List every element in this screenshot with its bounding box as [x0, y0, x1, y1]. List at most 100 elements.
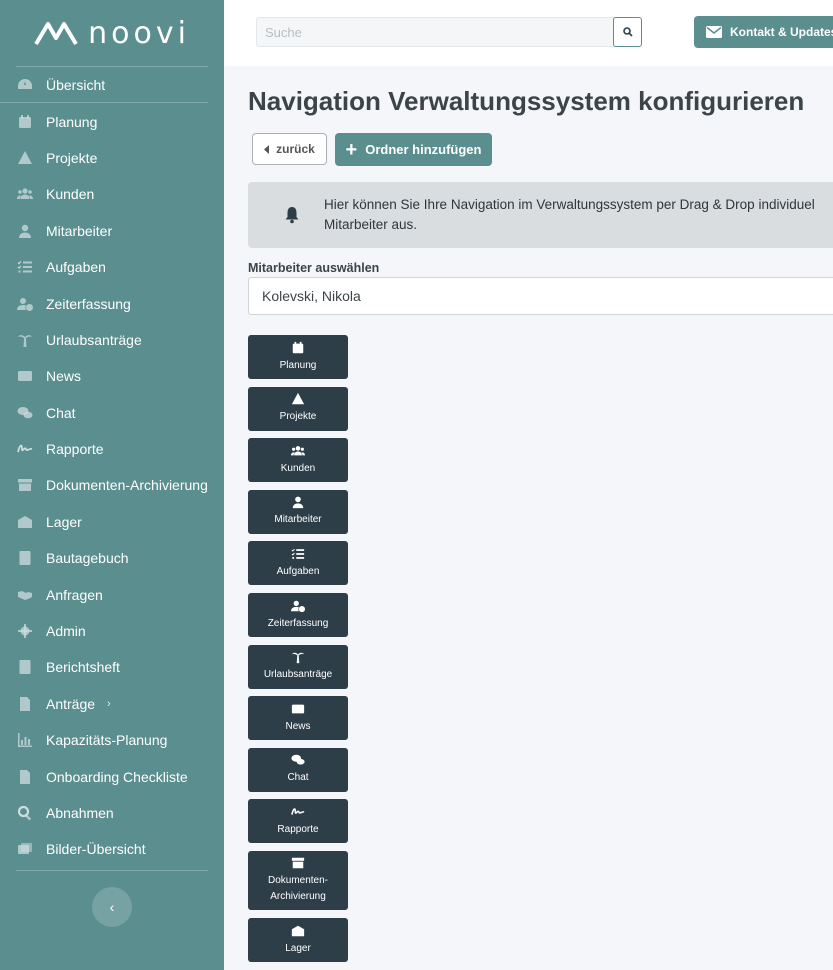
sidebar-item-label: Abnahmen [46, 805, 114, 821]
warning-tools-icon [16, 150, 34, 166]
chevron-left-icon: ‹ [109, 899, 115, 915]
plus-icon: + [345, 138, 358, 161]
sidebar-item[interactable]: Projekte [0, 140, 224, 176]
warning-tools-icon [291, 392, 305, 405]
brand-logo[interactable]: noovi [0, 0, 224, 66]
sidebar-item-label: Planung [46, 113, 98, 130]
calendar-icon [16, 114, 34, 130]
sidebar-item[interactable]: Onboarding Checkliste [0, 758, 224, 794]
sidebar-item[interactable]: Übersicht [0, 67, 208, 104]
sidebar-item[interactable]: Dokumenten-Archivierung [0, 467, 224, 503]
sidebar-item-label: Projekte [46, 149, 98, 166]
sidebar-item-label: Admin [46, 623, 86, 640]
sidebar-item[interactable]: Anträge › [0, 686, 224, 722]
gear-icon [18, 624, 32, 639]
sidebar-item-label: Kapazitäts-Planung [46, 732, 168, 749]
nav-tile[interactable]: Dokumenten-Archivierung [248, 851, 348, 910]
sidebar-item[interactable]: Mitarbeiter [0, 213, 224, 249]
dashboard-icon [18, 78, 32, 89]
nav-tile[interactable]: Mitarbeiter [248, 489, 348, 534]
chat-icon [17, 406, 33, 419]
palm-tree-icon [16, 332, 34, 348]
user-clock-icon [291, 600, 305, 612]
user-icon [16, 223, 34, 239]
sidebar-item[interactable]: Bautagebuch [0, 540, 224, 576]
sidebar-item-label: Aufgaben [46, 259, 106, 276]
nav-tile[interactable]: Projekte [248, 386, 348, 431]
sidebar-item[interactable]: Chat [0, 395, 224, 431]
sidebar-nav: Übersicht Planung Projekte Kunden Mitarbeite… [0, 67, 224, 868]
sidebar-item[interactable]: Anfragen [0, 576, 224, 612]
info-alert: Hier können Sie Ihre Navigation im Verwa… [248, 182, 833, 248]
nav-tile[interactable]: Aufgaben [248, 541, 348, 586]
nav-tile-label: Mitarbeiter [274, 514, 322, 526]
chat-icon [291, 755, 305, 765]
back-button[interactable]: zurück [252, 133, 327, 165]
info-text-line2: Mitarbeiter aus. [324, 217, 418, 232]
sidebar-item[interactable]: Lager [0, 504, 224, 540]
book-icon [19, 551, 31, 566]
collapse-sidebar-button[interactable]: ‹ [92, 887, 132, 927]
chat-icon [291, 753, 305, 767]
users-icon [17, 188, 33, 200]
search-input[interactable] [257, 18, 612, 46]
calendar-icon [292, 341, 304, 353]
warehouse-icon [291, 925, 305, 936]
sidebar-item-label: Anträge [46, 695, 96, 712]
brand-name: noovi [88, 15, 190, 51]
contact-updates-button[interactable]: Kontakt & Updates [694, 16, 833, 48]
envelope-icon [706, 26, 722, 38]
sidebar-item[interactable]: Urlaubsanträge [0, 322, 224, 358]
sidebar-item[interactable]: Planung [0, 103, 224, 139]
search-button[interactable] [613, 17, 642, 47]
nav-tile[interactable]: Lager [248, 918, 348, 962]
signature-icon [17, 444, 33, 453]
user-clock-icon [291, 599, 305, 613]
nav-tile[interactable]: Chat [248, 747, 348, 792]
search-icon [622, 27, 633, 37]
sidebar-item-label: Dokumenten-Archivierung [46, 477, 208, 494]
notebook-icon [19, 660, 31, 675]
sidebar-item[interactable]: Kunden [0, 176, 224, 212]
nav-tile-label: Kunden [280, 462, 316, 474]
chart-icon [16, 732, 34, 748]
nav-tile[interactable]: Rapporte [248, 799, 348, 844]
sidebar-item[interactable]: Bilder-Übersicht [0, 831, 224, 867]
nav-tile[interactable]: News [248, 696, 348, 741]
user-clock-icon [16, 296, 34, 312]
nav-tile[interactable]: Urlaubsanträge [248, 644, 348, 689]
nav-tile[interactable]: Kunden [248, 438, 348, 483]
sidebar-item[interactable]: Admin [0, 613, 224, 649]
sidebar-item-label: Onboarding Checkliste [46, 768, 188, 785]
newspaper-icon [291, 704, 305, 714]
file-check-icon [16, 696, 34, 712]
archive-icon [16, 477, 34, 493]
archive-icon [291, 857, 305, 869]
sidebar-item-label: Bautagebuch [46, 550, 129, 567]
sidebar-item[interactable]: Abnahmen [0, 795, 224, 831]
info-text-line1: Hier können Sie Ihre Navigation im Verwa… [324, 197, 815, 212]
sidebar: noovi Übersicht Planung Projekte Kunden Mita… [0, 0, 224, 970]
newspaper-icon [16, 368, 34, 384]
sidebar-item[interactable]: Rapporte [0, 431, 224, 467]
notebook-icon [16, 659, 34, 675]
palm-tree-icon [291, 652, 305, 664]
sidebar-item[interactable]: News [0, 358, 224, 394]
calendar-icon [291, 341, 305, 355]
users-icon [291, 444, 305, 458]
search-box [256, 17, 642, 47]
signature-icon [291, 805, 305, 819]
tasks-icon [291, 548, 305, 559]
gear-icon [16, 623, 34, 639]
images-icon [16, 841, 34, 857]
user-icon [292, 496, 304, 509]
nav-tile[interactable]: Planung [248, 335, 348, 379]
sidebar-item[interactable]: Kapazitäts-Planung [0, 722, 224, 758]
employee-select[interactable]: Kolevski, Nikola [248, 277, 833, 315]
nav-tile[interactable]: Zeiterfassung [248, 593, 348, 637]
back-label: zurück [276, 142, 315, 156]
sidebar-item[interactable]: Zeiterfassung [0, 285, 224, 321]
sidebar-item[interactable]: Berichtsheft [0, 649, 224, 685]
add-folder-button[interactable]: + Ordner hinzufügen [335, 133, 492, 166]
sidebar-item[interactable]: Aufgaben [0, 249, 224, 285]
